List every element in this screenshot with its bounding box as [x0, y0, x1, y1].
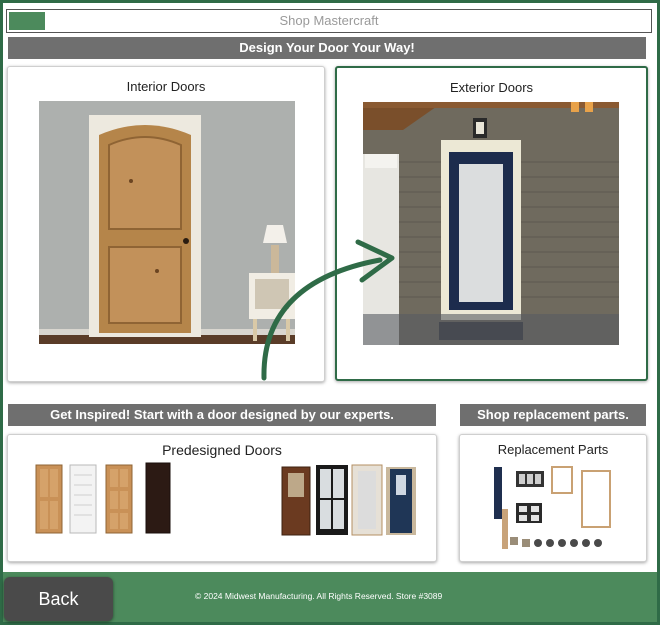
curved-arrow-icon	[261, 239, 395, 381]
replacement-parts-label: Replacement Parts	[497, 442, 609, 457]
main-banner: Design Your Door Your Way!	[8, 37, 646, 59]
inspire-banner: Get Inspired! Start with a door designed…	[8, 404, 436, 426]
exterior-doors-label: Exterior Doors	[449, 80, 534, 95]
header-bar: Shop Mastercraft	[6, 9, 652, 33]
interior-doors-label: Interior Doors	[126, 79, 206, 94]
exterior-door-photo	[363, 102, 619, 345]
replacement-parts-card[interactable]: Replacement Parts	[459, 434, 647, 562]
predesigned-doors-label: Predesigned Doors	[162, 442, 282, 458]
copyright-text: © 2024 Midwest Manufacturing. All Rights…	[195, 591, 443, 601]
header-title: Shop Mastercraft	[279, 13, 379, 28]
back-button[interactable]: Back	[4, 577, 113, 621]
parts-banner: Shop replacement parts.	[460, 404, 646, 426]
predesigned-doors-thumbnails	[35, 462, 416, 536]
replacement-parts-thumbnails	[494, 466, 611, 549]
predesigned-doors-card[interactable]: Predesigned Doors	[7, 434, 437, 562]
